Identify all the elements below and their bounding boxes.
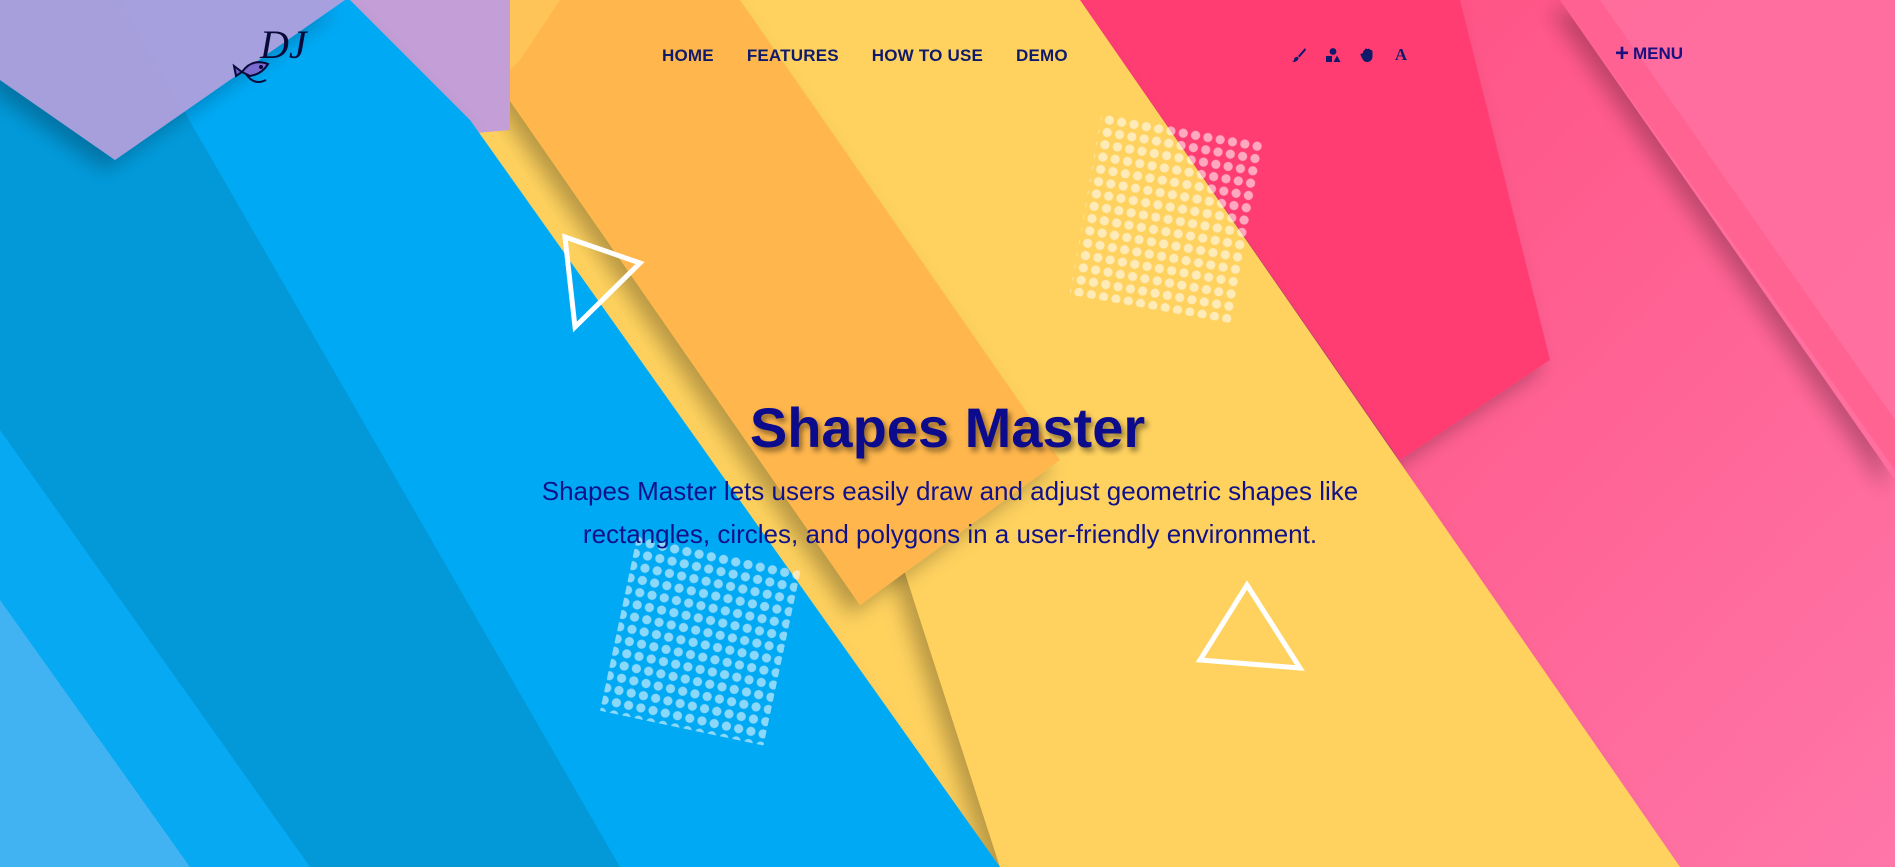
plus-icon: +: [1615, 40, 1630, 67]
tool-icons: A: [1290, 46, 1410, 64]
hand-icon: [1360, 48, 1373, 62]
paintbrush-tool[interactable]: [1290, 46, 1308, 64]
hero-description: Shapes Master lets users easily draw and…: [541, 476, 1359, 549]
svg-text:DJ: DJ: [259, 22, 308, 67]
shapes-tool[interactable]: [1324, 46, 1342, 64]
nav-features[interactable]: FEATURES: [747, 46, 839, 66]
paintbrush-icon: [1292, 48, 1306, 63]
hand-tool[interactable]: [1358, 46, 1376, 64]
nav-how-to-use[interactable]: HOW TO USE: [872, 46, 983, 66]
nav-demo[interactable]: DEMO: [1016, 46, 1068, 66]
brand-logo[interactable]: DJ: [228, 22, 309, 90]
hero-section: DJ HOME FEATURES HOW TO USE DEMO A + MEN…: [0, 0, 1895, 867]
nav-home[interactable]: HOME: [662, 46, 714, 66]
menu-label: MENU: [1633, 44, 1684, 63]
fish-logo-icon: DJ: [232, 22, 309, 83]
main-nav: HOME FEATURES HOW TO USE DEMO: [662, 46, 1068, 66]
hero-title: Shapes Master: [749, 396, 1146, 459]
shapes-icon: [1326, 48, 1341, 62]
text-tool[interactable]: A: [1392, 46, 1410, 64]
dot-grid-top: [1069, 112, 1265, 324]
menu-button[interactable]: + MENU: [1615, 40, 1684, 67]
